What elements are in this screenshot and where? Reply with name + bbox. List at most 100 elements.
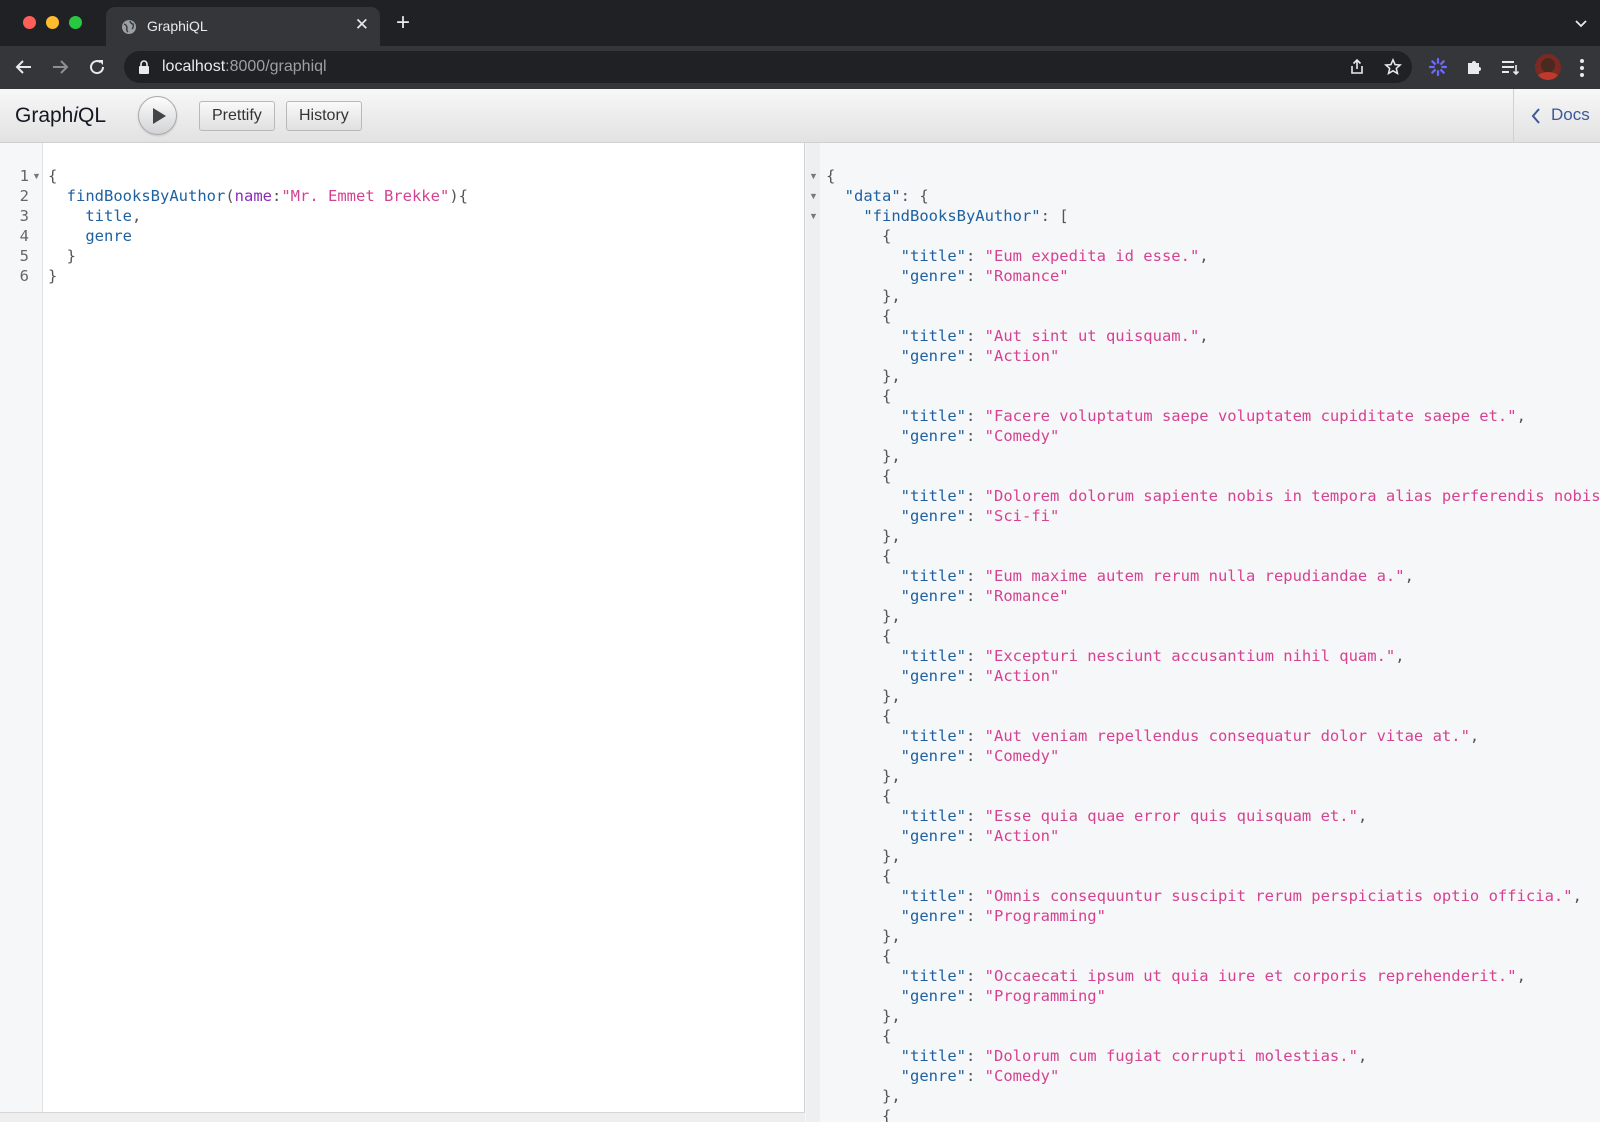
window-minimize-button[interactable] xyxy=(46,16,59,29)
url-text: localhost:8000/graphiql xyxy=(162,58,327,75)
json-line: "genre": "Sci-fi" xyxy=(900,507,1060,525)
json-line: }, xyxy=(882,767,901,785)
json-line: "title": "Excepturi nesciunt accusantium… xyxy=(900,647,1405,665)
json-line: { xyxy=(882,467,892,485)
json-line: { xyxy=(882,307,892,325)
plus-icon[interactable]: + xyxy=(396,11,410,35)
json-line: }, xyxy=(882,927,901,945)
json-line: "findBooksByAuthor": [ xyxy=(863,207,1069,225)
puzzle-icon[interactable] xyxy=(1465,57,1485,77)
kebab-menu-icon[interactable] xyxy=(1580,58,1584,78)
forward-arrow-icon[interactable] xyxy=(50,57,70,77)
json-line: "genre": "Action" xyxy=(900,827,1060,845)
line-number: 6 xyxy=(19,267,29,285)
reading-list-icon[interactable] xyxy=(1500,57,1520,77)
tab-title: GraphiQL xyxy=(147,18,208,34)
fold-arrow-icon[interactable]: ▼ xyxy=(809,171,818,181)
json-line: }, xyxy=(882,687,901,705)
extension-icon[interactable] xyxy=(1428,57,1448,77)
browser-tab[interactable]: GraphiQL ✕ xyxy=(106,7,380,46)
play-icon xyxy=(153,108,166,124)
chevron-left-icon xyxy=(1531,108,1540,124)
browser-titlebar: GraphiQL ✕ + xyxy=(0,0,1600,46)
json-line: { xyxy=(882,627,892,645)
results-fold-gutter: ▼ ▼ ▼ xyxy=(806,143,820,1122)
json-line: "genre": "Action" xyxy=(900,667,1060,685)
history-button[interactable]: History xyxy=(286,101,362,131)
json-line: }, xyxy=(882,527,901,545)
json-line: "title": "Eum expedita id esse.", xyxy=(900,247,1209,265)
json-line: "data": { xyxy=(844,187,929,205)
json-line: }, xyxy=(882,847,901,865)
star-icon[interactable] xyxy=(1384,58,1402,76)
json-line: "title": "Aut veniam repellendus consequ… xyxy=(900,727,1480,745)
graphiql-topbar: GraphiQL Prettify History Docs xyxy=(0,89,1600,143)
line-number: 4 xyxy=(19,227,29,245)
fold-arrow-icon[interactable]: ▼ xyxy=(809,191,818,201)
query-editor[interactable]: 1 ▼ 2 3 4 5 6 { findBooksByAuthor(name:"… xyxy=(0,143,805,1122)
json-line: "title": "Occaecati ipsum ut quia iure e… xyxy=(900,967,1526,985)
reload-icon[interactable] xyxy=(87,57,107,77)
json-line: "title": "Dolorem dolorum sapiente nobis… xyxy=(900,487,1600,505)
json-line: "title": "Esse quia quae error quis quis… xyxy=(900,807,1368,825)
editor-footer xyxy=(0,1112,805,1122)
json-line: "title": "Eum maxime autem rerum nulla r… xyxy=(900,567,1414,585)
window-close-button[interactable] xyxy=(23,16,36,29)
prettify-button[interactable]: Prettify xyxy=(199,101,275,131)
code-line: } xyxy=(66,247,77,265)
line-number: 3 xyxy=(19,207,29,225)
json-line: { xyxy=(882,1027,892,1045)
json-line: { xyxy=(826,167,836,185)
json-line: { xyxy=(882,867,892,885)
address-bar[interactable]: localhost:8000/graphiql xyxy=(124,51,1412,83)
docs-toggle[interactable]: Docs xyxy=(1513,89,1600,142)
json-line: "title": "Aut sint ut quisquam.", xyxy=(900,327,1209,345)
json-line: }, xyxy=(882,447,901,465)
json-line: "genre": "Romance" xyxy=(900,587,1069,605)
json-line: { xyxy=(882,547,892,565)
lock-icon[interactable] xyxy=(138,60,150,74)
share-icon[interactable] xyxy=(1348,58,1366,76)
json-line: { xyxy=(882,387,892,405)
json-line: "genre": "Programming" xyxy=(900,987,1106,1005)
line-number: 5 xyxy=(19,247,29,265)
json-line: "genre": "Action" xyxy=(900,347,1060,365)
fold-arrow-icon[interactable]: ▼ xyxy=(809,211,818,221)
json-line: }, xyxy=(882,1007,901,1025)
json-line: }, xyxy=(882,287,901,305)
json-line: "genre": "Comedy" xyxy=(900,427,1060,445)
graphiql-logo: GraphiQL xyxy=(15,104,107,127)
chevron-down-icon[interactable] xyxy=(1574,17,1588,31)
back-arrow-icon[interactable] xyxy=(14,57,34,77)
json-line: "genre": "Romance" xyxy=(900,267,1069,285)
line-number: 1 xyxy=(19,167,29,185)
results-pane: ▼ ▼ ▼ { "data": { "findBooksByAuthor": [… xyxy=(806,143,1600,1122)
fold-arrow-icon[interactable]: ▼ xyxy=(32,171,41,181)
code-line: title, xyxy=(85,207,142,225)
json-line: "title": "Facere voluptatum saepe volupt… xyxy=(900,407,1526,425)
window-zoom-button[interactable] xyxy=(69,16,82,29)
browser-toolbar: localhost:8000/graphiql xyxy=(0,46,1600,89)
line-number: 2 xyxy=(19,187,29,205)
globe-icon xyxy=(122,20,136,34)
line-number-gutter: 1 ▼ 2 3 4 5 6 xyxy=(0,143,43,1112)
code-line: genre xyxy=(85,227,132,245)
json-line: "title": "Omnis consequuntur suscipit re… xyxy=(900,887,1582,905)
close-icon[interactable]: ✕ xyxy=(355,16,369,33)
docs-label: Docs xyxy=(1551,105,1590,124)
json-line: { xyxy=(882,947,892,965)
profile-avatar[interactable] xyxy=(1535,54,1561,80)
json-line: "title": "Dolorum cum fugiat corrupti mo… xyxy=(900,1047,1368,1065)
json-line: }, xyxy=(882,367,901,385)
code-line: } xyxy=(48,267,58,285)
json-line: { xyxy=(882,1107,892,1122)
json-line: }, xyxy=(882,607,901,625)
code-line: findBooksByAuthor(name:"Mr. Emmet Brekke… xyxy=(66,187,468,205)
json-line: "genre": "Programming" xyxy=(900,907,1106,925)
json-line: { xyxy=(882,787,892,805)
code-line: { xyxy=(48,167,58,185)
json-line: "genre": "Comedy" xyxy=(900,1067,1060,1085)
execute-query-button[interactable] xyxy=(138,96,177,135)
json-line: }, xyxy=(882,1087,901,1105)
json-line: { xyxy=(882,707,892,725)
